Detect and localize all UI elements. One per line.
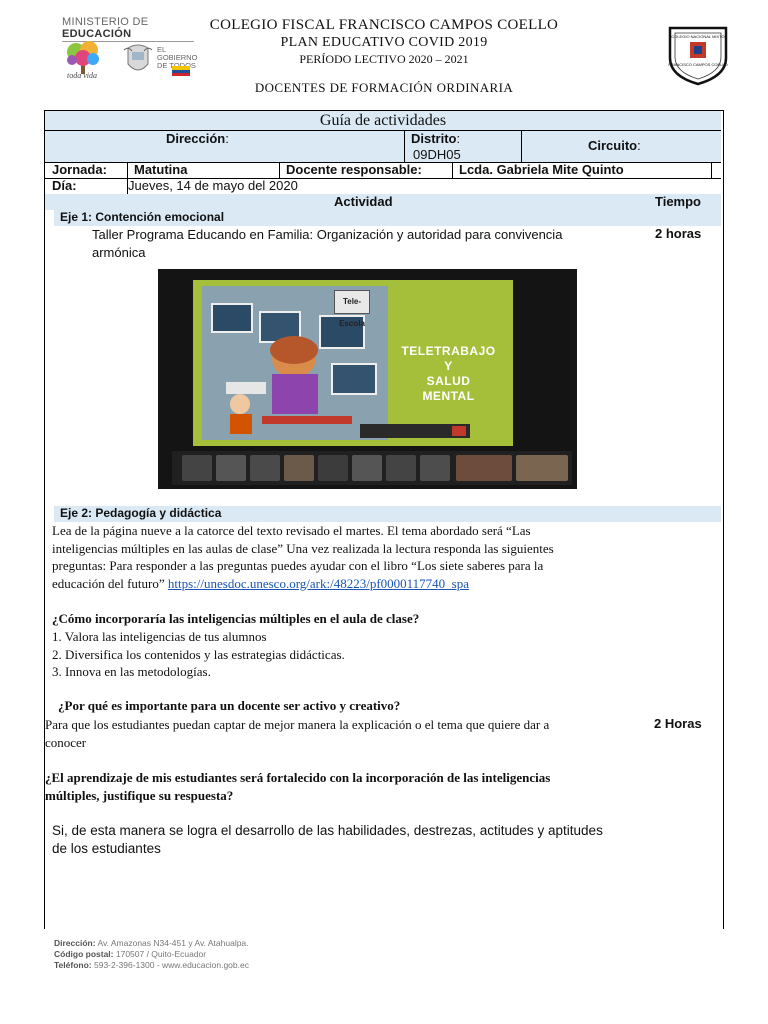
circuito-label: Circuito: — [588, 138, 641, 153]
end-call-icon — [452, 426, 466, 436]
actividad-header: Actividad — [334, 194, 393, 209]
question-1: ¿Cómo incorporaría las inteligencias múl… — [52, 611, 420, 626]
eje1-description: Taller Programa Educando en Familia: Org… — [92, 227, 563, 260]
question-2: ¿Por qué es importante para un docente s… — [58, 698, 401, 713]
participant-thumbnail — [386, 455, 416, 481]
eje2-title: Eje 2: Pedagogía y didáctica — [60, 506, 222, 520]
distrito-value: 09DH05 — [413, 147, 461, 162]
cell-divider — [404, 131, 405, 162]
tele-escola-badge: Tele-Escola — [334, 290, 370, 328]
eje2-instructions: Lea de la página nueve a la catorce del … — [52, 523, 554, 591]
question-3: ¿El aprendizaje de mis estudiantes será … — [45, 770, 551, 803]
direccion-label: Dirección: — [166, 131, 229, 146]
jornada-value: Matutina — [134, 162, 188, 177]
cell-divider — [279, 162, 280, 178]
guide-title: Guía de actividades — [319, 112, 447, 129]
participant-thumbnail — [318, 455, 348, 481]
participant-strip — [172, 451, 572, 485]
cell-divider — [711, 162, 712, 178]
participant-thumbnail — [216, 455, 246, 481]
toda-una-vida-logo: toda vida — [67, 41, 99, 80]
eje2-time: 2 Horas — [654, 716, 702, 731]
docente-label: Docente responsable: — [286, 162, 422, 177]
footer-contact: Dirección: Av. Amazonas N34-451 y Av. At… — [54, 938, 249, 970]
list-item: 1. Valora las inteligencias de tus alumn… — [52, 629, 267, 644]
participant-thumbnail — [182, 455, 212, 481]
answer-3: Si, de esta manera se logra el desarroll… — [52, 823, 603, 856]
list-item: 2. Diversifica los contenidos y las estr… — [52, 646, 345, 662]
tiempo-header: Tiempo — [655, 194, 701, 209]
participant-thumbnail — [420, 455, 450, 481]
participant-thumbnail — [284, 455, 314, 481]
eje1-time: 2 horas — [655, 226, 702, 241]
jornada-label: Jornada: — [52, 162, 107, 177]
cell-divider — [452, 162, 453, 178]
participant-thumbnail — [352, 455, 382, 481]
plan-title: PLAN EDUCATIVO COVID 2019 — [280, 35, 488, 50]
answer-2: Para que los estudiantes puedan captar d… — [45, 717, 550, 750]
period: PERÍODO LECTIVO 2020 – 2021 — [299, 52, 469, 66]
svg-text:FRANCISCO CAMPOS COELLO: FRANCISCO CAMPOS COELLO — [668, 62, 727, 67]
cell-divider — [521, 131, 522, 162]
school-name: COLEGIO FISCAL FRANCISCO CAMPOS COELLO — [209, 17, 559, 33]
dia-value: Jueves, 14 de mayo del 2020 — [128, 178, 298, 193]
subtitle: DOCENTES DE FORMACIÓN ORDINARIA — [254, 80, 514, 95]
participant-video — [456, 455, 512, 481]
svg-text:COLEGIO NACIONAL MIXTO: COLEGIO NACIONAL MIXTO — [671, 34, 724, 39]
cell-divider — [127, 162, 128, 178]
unesco-link[interactable]: https://unesdoc.unesco.org/ark:/48223/pf… — [168, 576, 469, 591]
dia-label: Día: — [52, 178, 77, 193]
eje1-title: Eje 1: Contención emocional — [60, 210, 225, 224]
participant-thumbnail — [250, 455, 280, 481]
gobierno-flag-mark — [172, 66, 190, 76]
participant-video — [516, 455, 568, 481]
svg-text:toda vida: toda vida — [67, 71, 97, 80]
slide-title: TELETRABAJO Y SALUD MENTAL — [401, 344, 496, 403]
docente-value: Lcda. Gabriela Mite Quinto — [459, 162, 624, 177]
distrito-label: Distrito: — [411, 131, 461, 146]
school-crest-logo: COLEGIO NACIONAL MIXTO FRANCISCO CAMPOS … — [668, 26, 728, 86]
list-item: 3. Innova en las metodologías. — [52, 664, 211, 679]
answer-1-list: 1. Valora las inteligencias de tus alumn… — [52, 628, 345, 681]
